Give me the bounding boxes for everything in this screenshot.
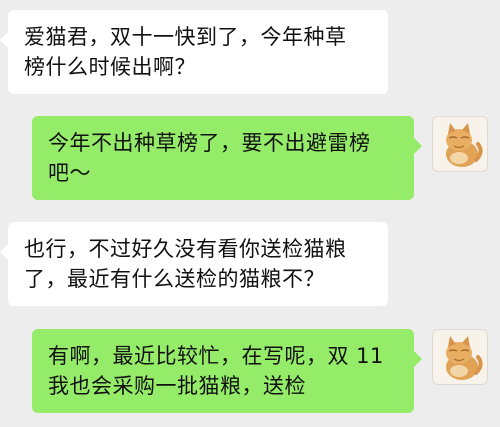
message-bubble-incoming: 爱猫君，双十一快到了，今年种草 榜什么时候出啊？ (0, 10, 388, 94)
cat-avatar-icon[interactable] (432, 116, 488, 172)
message-bubble-incoming: 也行，不过好久没有看你送检猫粮 了，最近有什么送检的猫粮不？ (0, 222, 388, 306)
cat-avatar-icon[interactable] (432, 329, 488, 385)
message-bubble-outgoing: 今年不出种草榜了，要不出避雷榜 吧～ (32, 116, 422, 200)
message-bubble-outgoing: 有啊，最近比较忙，在写呢，双 11 我也会采购一批猫粮，送检 (32, 329, 422, 413)
